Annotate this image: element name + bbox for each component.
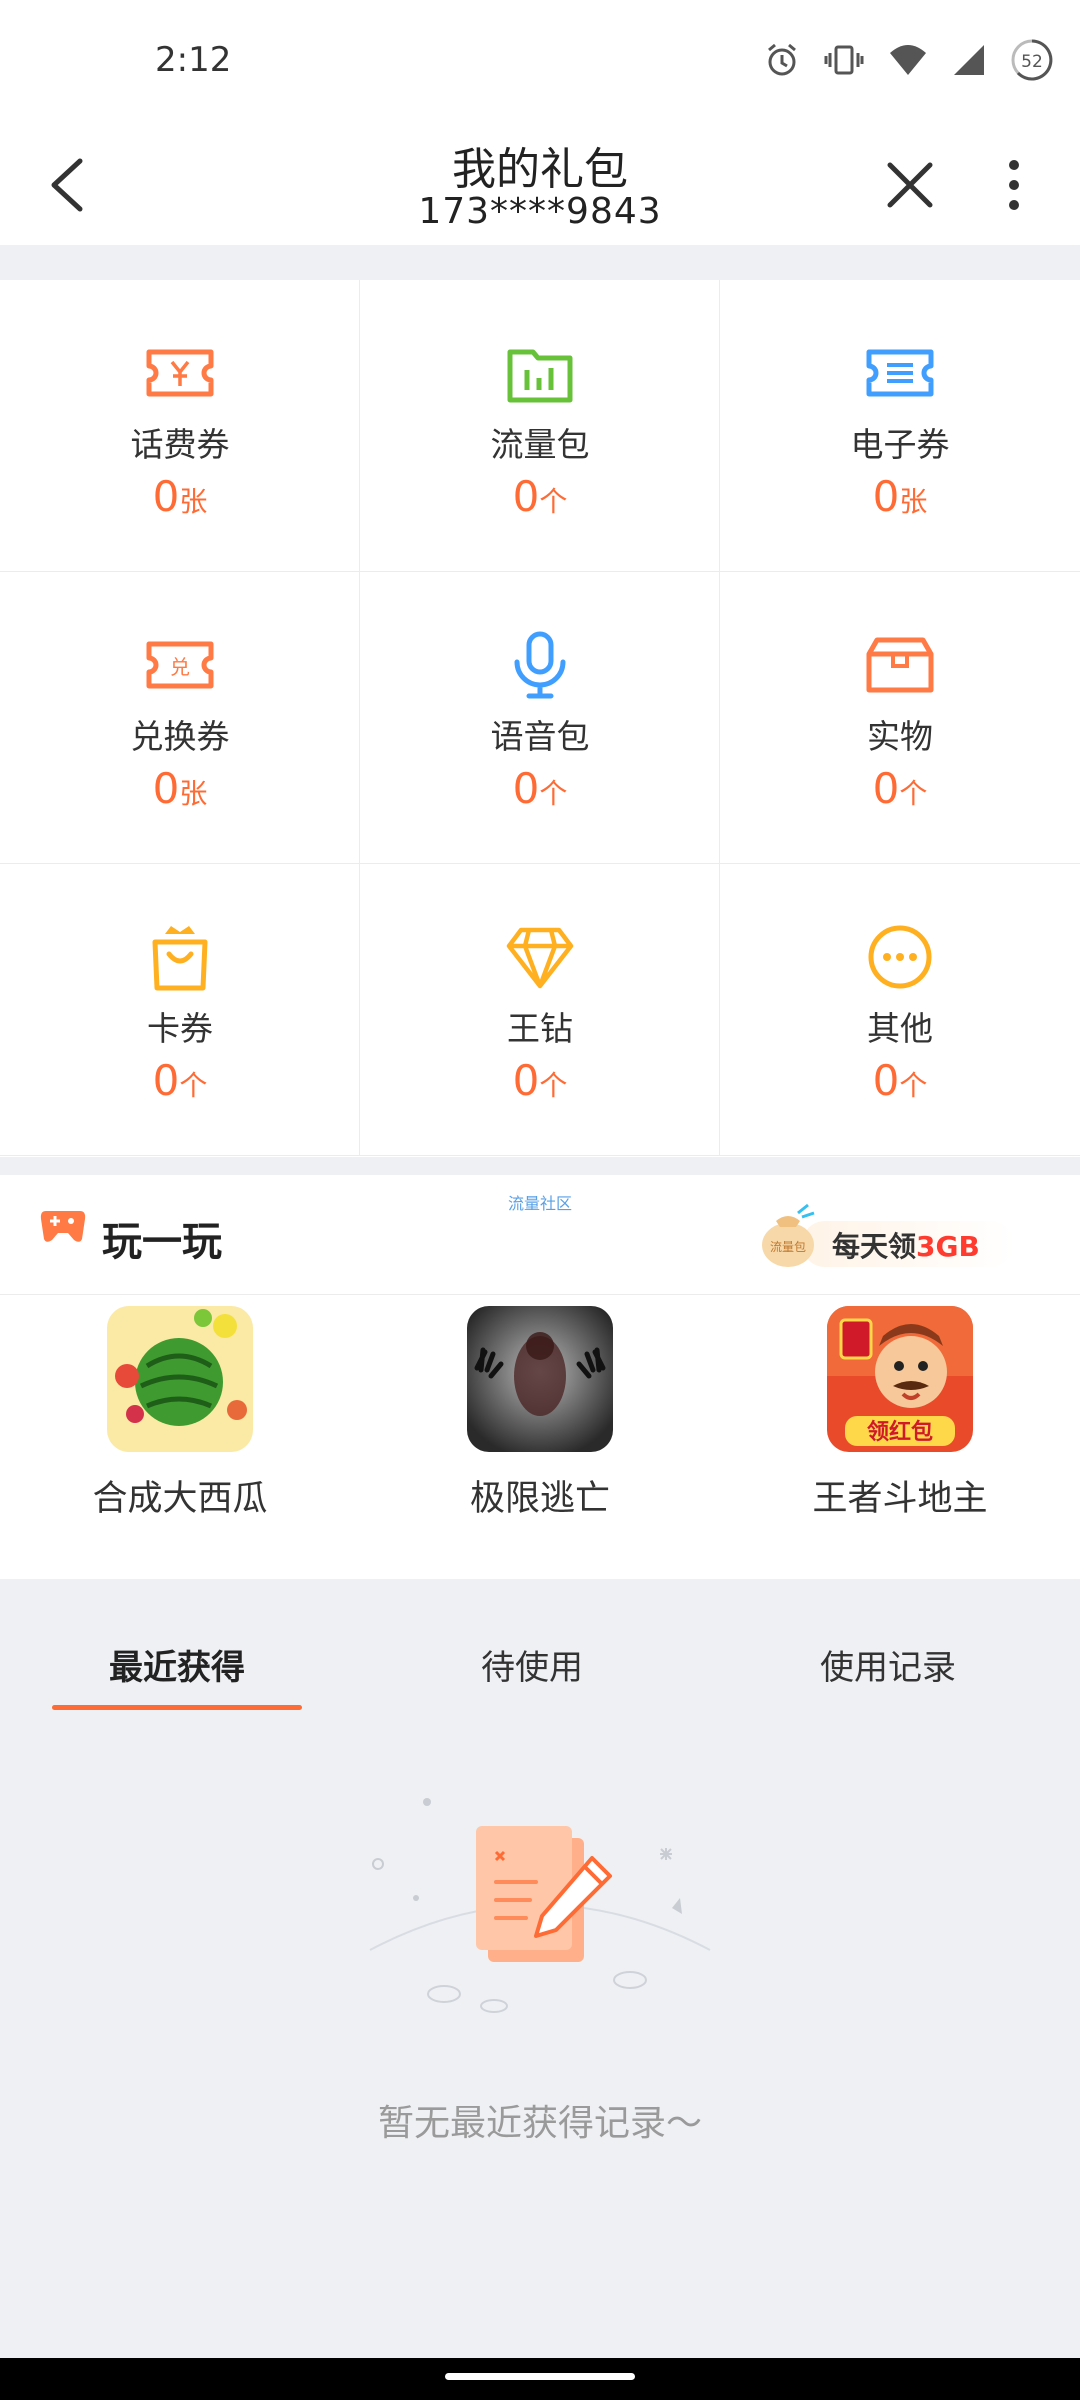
escape-game-icon <box>467 1306 613 1452</box>
close-icon[interactable] <box>880 155 940 215</box>
benefit-count: 0张 <box>152 764 208 813</box>
play-title: 玩一玩 <box>102 1219 222 1265</box>
benefit-phone-coupon[interactable]: 话费券 0张 <box>0 280 360 572</box>
signal-icon <box>954 45 984 75</box>
game-badge: 领红包 <box>867 1419 933 1445</box>
tab-indicator <box>52 1705 302 1710</box>
empty-message: 暂无最近获得记录～ <box>377 2103 702 2144</box>
benefit-count: 0个 <box>512 764 568 813</box>
benefit-physical[interactable]: 实物 0个 <box>720 572 1080 864</box>
e-coupon-icon <box>866 349 934 397</box>
status-time: 2:12 <box>155 40 232 80</box>
tab-recent[interactable]: 最近获得 <box>52 1640 302 1689</box>
watermelon-game-icon <box>107 1306 253 1452</box>
empty-document-pencil-icon <box>369 1798 711 2013</box>
community-label[interactable]: 流量社区 <box>508 1190 572 1214</box>
benefit-e-coupon[interactable]: 电子券 0张 <box>720 280 1080 572</box>
game-name: 极限逃亡 <box>469 1479 610 1519</box>
benefit-count: 0个 <box>872 1056 928 1105</box>
benefit-label: 实物 <box>867 717 933 756</box>
benefit-exchange-coupon[interactable]: 兑 兑换券 0张 <box>0 572 360 864</box>
game-item[interactable]: 合成大西瓜 <box>0 1306 360 1521</box>
coupon-yen-icon <box>146 349 214 397</box>
exchange-coupon-icon: 兑 <box>146 641 214 689</box>
game-list: 合成大西瓜 极限逃亡 领红包 王者斗地主 <box>0 1300 1080 1570</box>
benefit-label: 其他 <box>867 1009 933 1048</box>
benefit-count: 0个 <box>152 1056 208 1105</box>
benefit-voice-pack[interactable]: 语音包 0个 <box>360 572 720 864</box>
benefit-label: 兑换券 <box>130 717 230 756</box>
microphone-icon <box>514 631 566 699</box>
battery-level: 52 <box>1021 52 1043 72</box>
more-vertical-icon[interactable] <box>994 155 1034 215</box>
tab-history[interactable]: 使用记录 <box>768 1640 1008 1689</box>
game-name: 王者斗地主 <box>812 1479 988 1519</box>
benefit-label: 王钻 <box>507 1009 573 1048</box>
gamepad-icon <box>40 1211 86 1242</box>
benefit-card-coupon[interactable]: 卡券 0个 <box>0 864 360 1156</box>
wifi-icon <box>890 45 926 75</box>
benefit-count: 0个 <box>512 1056 568 1105</box>
alarm-icon <box>768 43 796 76</box>
benefit-king-diamond[interactable]: 王钻 0个 <box>360 864 720 1156</box>
game-name: 合成大西瓜 <box>92 1479 268 1519</box>
benefit-label: 电子券 <box>850 425 950 464</box>
benefit-label: 话费券 <box>130 425 230 464</box>
data-pack-icon <box>507 349 573 403</box>
benefit-data-pack[interactable]: 流量包 0个 <box>360 280 720 572</box>
svg-text:兑: 兑 <box>170 655 190 679</box>
benefit-other[interactable]: 其他 0个 <box>720 864 1080 1156</box>
page-header: 我的礼包 173****9843 <box>0 125 1080 245</box>
box-icon <box>866 637 934 693</box>
game-item[interactable]: 极限逃亡 <box>360 1306 720 1521</box>
landlord-game-icon: 领红包 <box>827 1306 973 1452</box>
shopping-bag-crown-icon <box>152 926 208 991</box>
benefit-count: 0张 <box>872 472 928 521</box>
daily-data-promo[interactable]: 流量包 每天领3GB <box>752 1203 1014 1273</box>
benefit-label: 语音包 <box>490 717 590 756</box>
benefit-label: 卡券 <box>147 1009 213 1048</box>
diamond-icon <box>506 927 574 989</box>
game-item[interactable]: 领红包 王者斗地主 <box>720 1306 1080 1521</box>
bag-label: 流量包 <box>770 1240 806 1254</box>
vibrate-icon <box>824 45 864 75</box>
empty-state: 暂无最近获得记录～ <box>0 1770 1080 2150</box>
status-bar: 2:12 52 <box>0 0 1080 125</box>
tab-pending[interactable]: 待使用 <box>412 1640 652 1689</box>
play-header: 玩一玩 流量社区 流量包 每天领3GB <box>0 1175 1080 1295</box>
promo-text: 每天领3GB <box>832 1230 980 1263</box>
benefits-grid: 话费券 0张 流量包 0个 电子券 0张 兑 兑换券 0张 语音包 0个 实物 … <box>0 280 1080 1157</box>
benefit-count: 0张 <box>152 472 208 521</box>
benefit-count: 0个 <box>512 472 568 521</box>
status-icons: 52 <box>764 38 1054 82</box>
system-nav-bar <box>0 2358 1080 2400</box>
more-circle-icon <box>868 925 932 989</box>
money-bag-icon: 流量包 <box>762 1203 815 1267</box>
benefit-label: 流量包 <box>490 425 590 464</box>
battery-icon: 52 <box>1011 39 1053 81</box>
play-section: 玩一玩 流量社区 流量包 每天领3GB 合成大西瓜 极限逃亡 领红包 王者斗地主 <box>0 1175 1080 1579</box>
record-tabs: 最近获得 待使用 使用记录 <box>0 1600 1080 1715</box>
home-handle[interactable] <box>445 2373 635 2380</box>
benefit-count: 0个 <box>872 764 928 813</box>
